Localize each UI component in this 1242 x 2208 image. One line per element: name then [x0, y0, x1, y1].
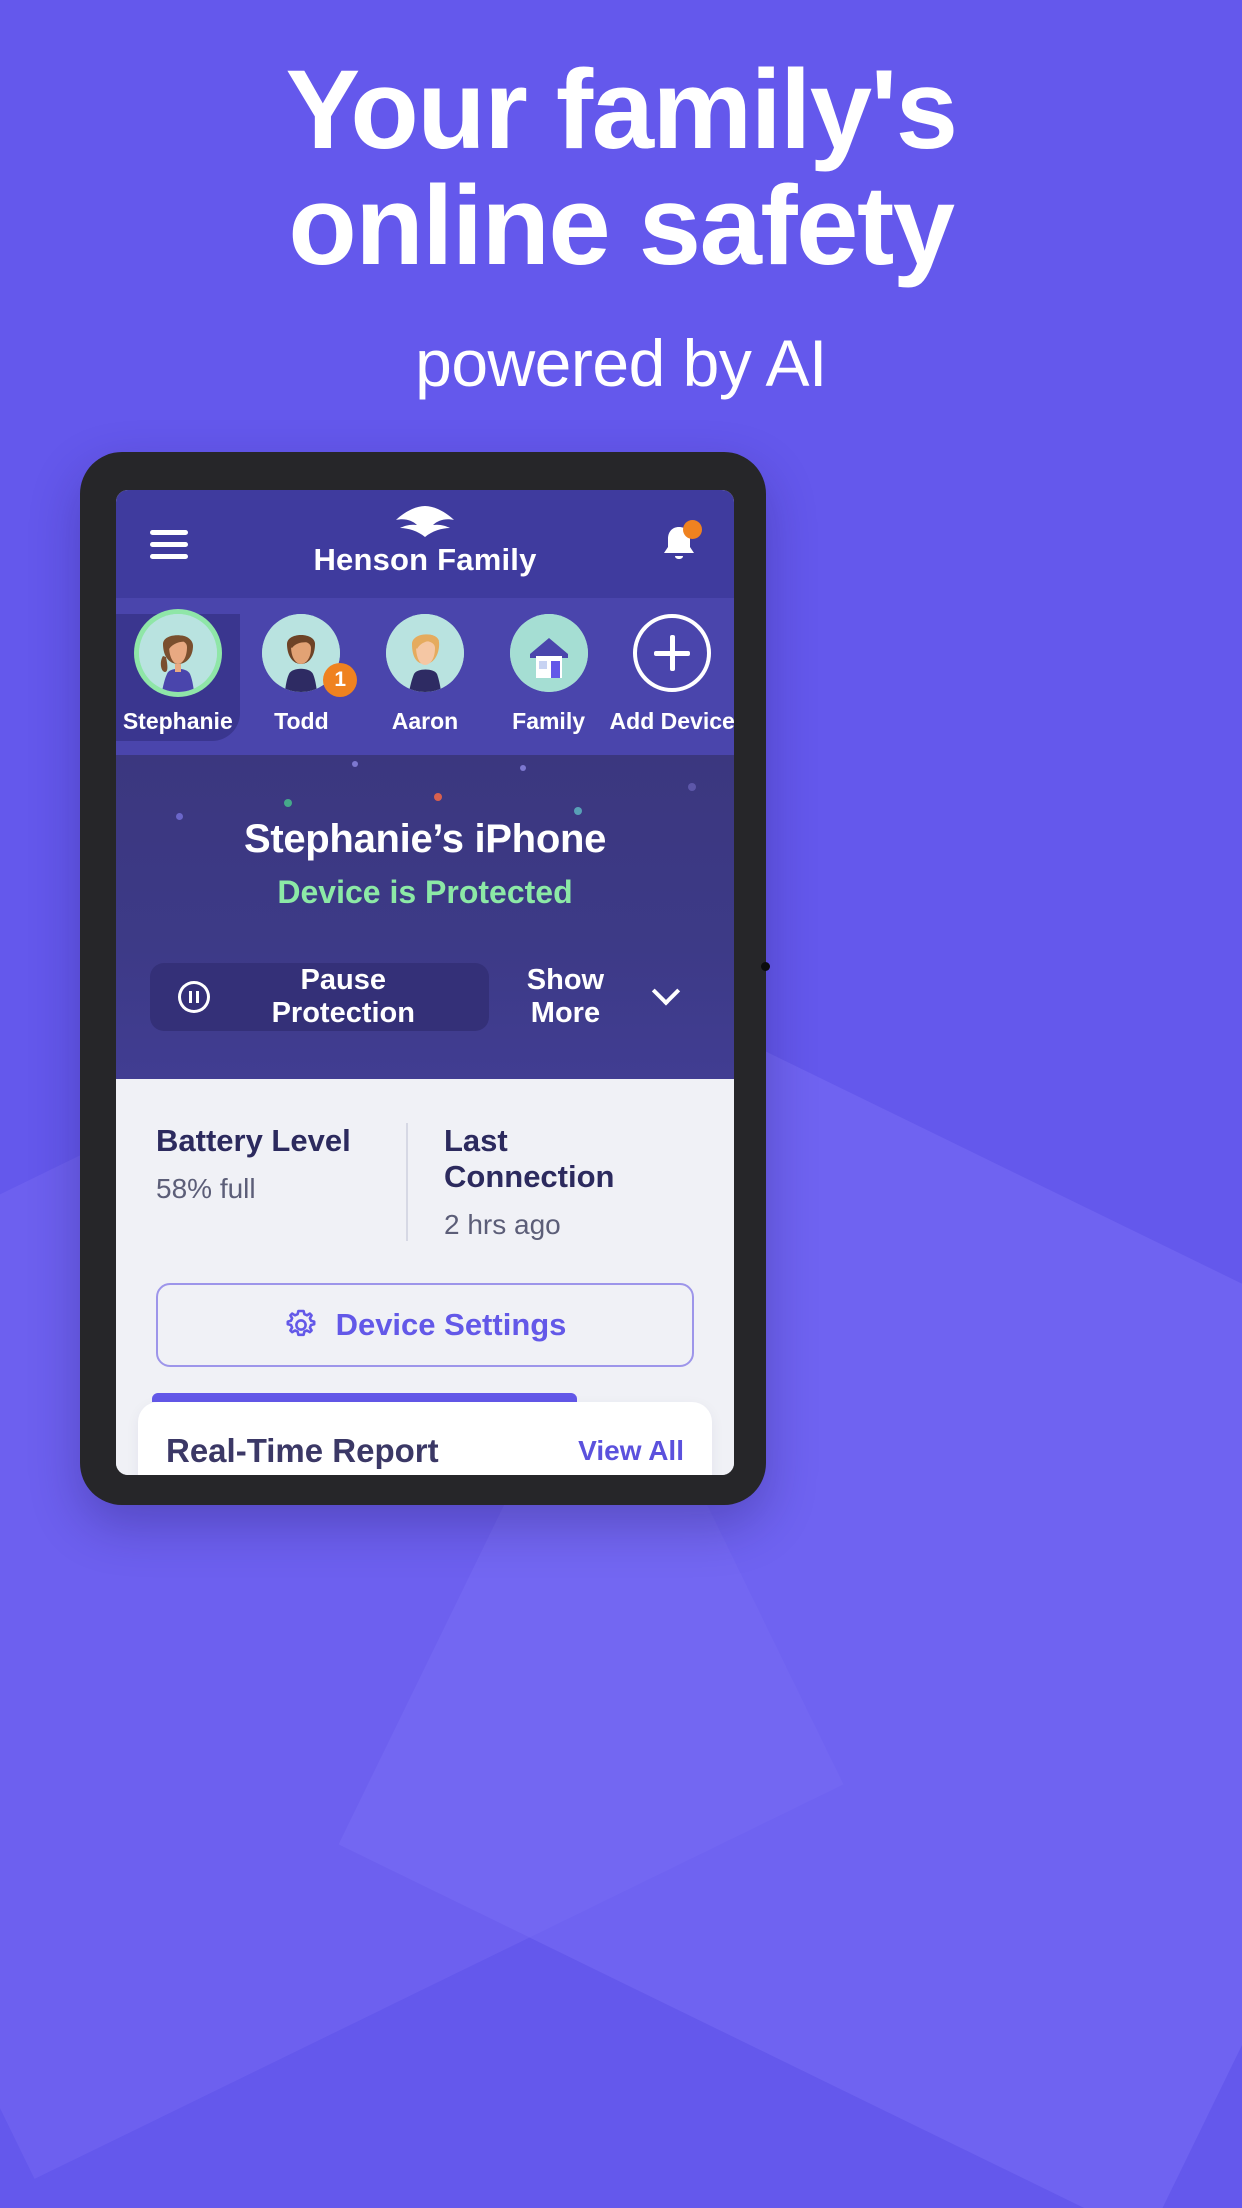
plus-circle-icon — [633, 614, 712, 692]
profile-label: Todd — [274, 708, 329, 734]
device-settings-button[interactable]: Device Settings — [156, 1283, 694, 1367]
brand-block: Henson Family — [116, 504, 734, 578]
hamburger-menu-icon[interactable] — [150, 529, 188, 559]
stat-label: Battery Level — [156, 1123, 351, 1158]
profile-label: Add Device — [609, 708, 734, 734]
decor-dot — [520, 765, 526, 771]
device-name: Stephanie’s iPhone — [243, 817, 607, 861]
decor-dot — [574, 807, 582, 815]
app-header: Henson Family — [116, 490, 734, 598]
pause-circle-icon — [178, 981, 210, 1013]
stat-value: 58% full — [156, 1173, 256, 1204]
view-all-link[interactable]: View All — [578, 1435, 684, 1467]
hero-subtitle: powered by AI — [415, 326, 827, 400]
hero-title-line-2: online safety — [288, 163, 955, 288]
show-more-button[interactable]: Show More — [489, 964, 681, 1030]
hero-title-line-1: Your family's — [285, 47, 958, 172]
decor-dot — [176, 813, 183, 820]
profile-label: Family — [512, 708, 586, 734]
tablet-device-frame: Henson Family Stephanie 1 Todd Aaron Fam… — [80, 452, 770, 1505]
hero-section: Your family's online safety powered by A… — [0, 52, 1242, 402]
profile-alert-badge: 1 — [323, 663, 358, 697]
brand-name: Henson Family — [313, 542, 537, 577]
pause-protection-button[interactable]: Pause Protection — [150, 963, 489, 1031]
notification-bell-button[interactable] — [658, 520, 702, 566]
device-status-section: Stephanie’s iPhone Device is Protected P… — [116, 755, 734, 1079]
device-info-card: Battery Level 58% full Last Connection 2… — [116, 1079, 734, 1367]
profile-label: Aaron — [391, 708, 459, 734]
gear-icon — [286, 1309, 316, 1337]
tablet-side-button — [761, 962, 770, 971]
report-accent-bar — [152, 1393, 577, 1402]
house-avatar-icon — [509, 614, 588, 692]
profile-item-add-device[interactable]: Add Device — [610, 614, 734, 741]
profile-selector-strip: Stephanie 1 Todd Aaron Family Add Device — [116, 598, 734, 755]
chevron-down-icon — [651, 977, 681, 1006]
stat-last-connection: Last Connection 2 hrs ago — [406, 1123, 694, 1241]
report-section: Real-Time Report View All Monitoring Now — [116, 1367, 734, 1475]
stat-value: 2 hrs ago — [444, 1209, 561, 1240]
profile-item-family[interactable]: Family — [487, 614, 611, 741]
decor-dot — [688, 783, 696, 791]
girl-avatar-icon — [138, 614, 217, 692]
pause-protection-label: Pause Protection — [271, 964, 415, 1029]
tablet-screen: Henson Family Stephanie 1 Todd Aaron Fam… — [116, 490, 734, 1475]
report-title: Real-Time Report — [166, 1432, 439, 1469]
show-more-label: Show More — [526, 964, 605, 1029]
profile-item-todd[interactable]: 1 Todd — [240, 614, 364, 741]
teen-avatar-icon — [385, 614, 464, 692]
stat-label: Last Connection — [444, 1123, 615, 1194]
device-stats-row: Battery Level 58% full Last Connection 2… — [156, 1123, 694, 1241]
stat-battery-level: Battery Level 58% full — [156, 1123, 406, 1241]
device-actions-row: Pause Protection Show More — [116, 963, 734, 1031]
device-settings-label: Device Settings — [335, 1307, 567, 1342]
real-time-report-card: Real-Time Report View All Monitoring Now — [138, 1402, 712, 1475]
open-book-logo-icon — [396, 506, 454, 537]
profile-label: Stephanie — [122, 708, 233, 734]
decor-dot — [352, 761, 358, 767]
profile-item-aaron[interactable]: Aaron — [363, 614, 487, 741]
decor-dot — [434, 793, 442, 801]
decor-dot — [284, 799, 292, 807]
profile-item-stephanie[interactable]: Stephanie — [116, 614, 240, 741]
report-header: Real-Time Report View All — [166, 1432, 684, 1470]
device-status: Device is Protected — [277, 874, 573, 910]
notification-badge-dot — [683, 520, 702, 539]
